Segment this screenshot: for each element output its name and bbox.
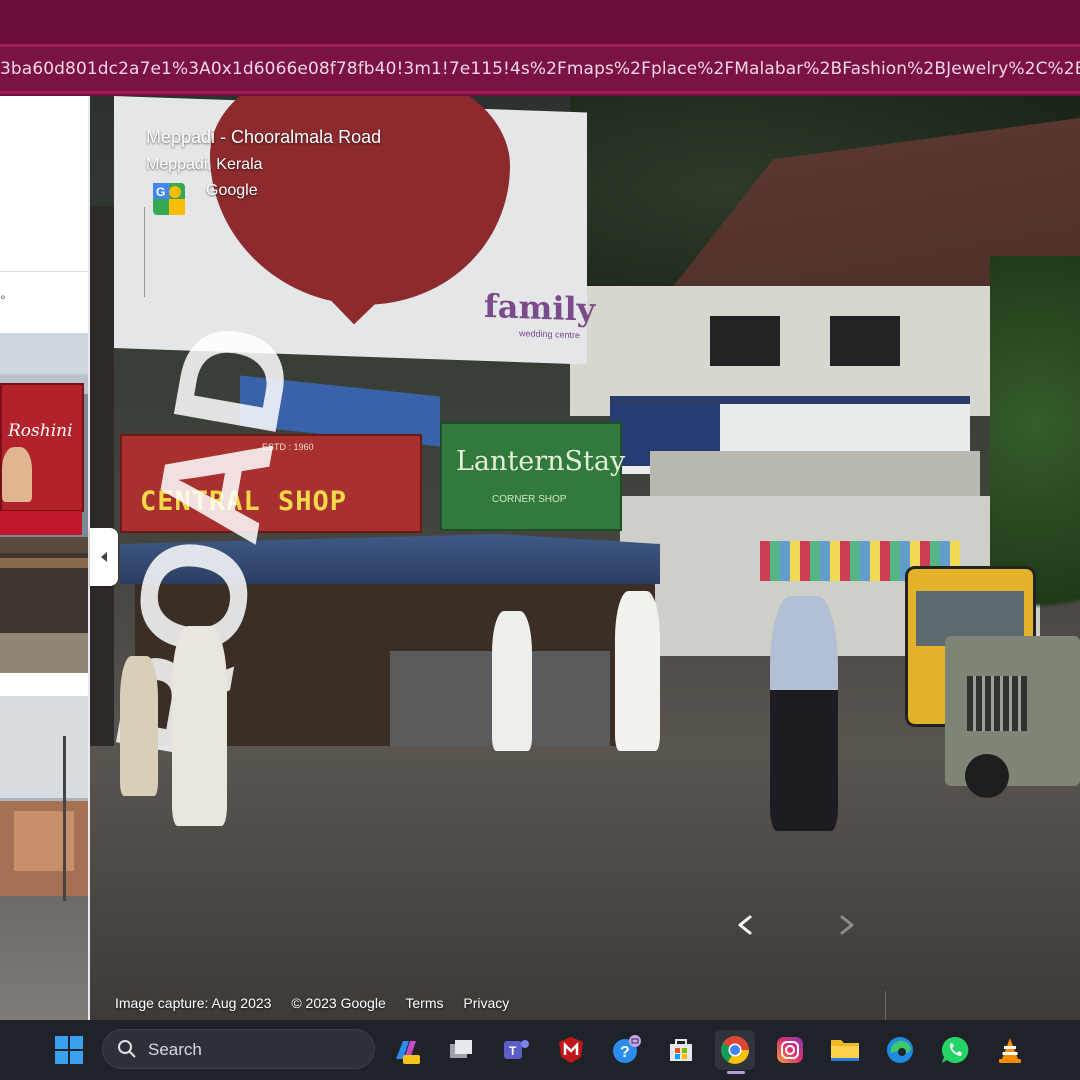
task-view-icon[interactable] bbox=[441, 1030, 481, 1070]
person-at-counter bbox=[492, 611, 532, 751]
vlc-cone-glyph bbox=[999, 1038, 1021, 1063]
person-foreground bbox=[770, 596, 838, 831]
chevron-left-icon bbox=[738, 915, 752, 935]
previous-photo-button[interactable] bbox=[726, 905, 766, 945]
start-button[interactable] bbox=[49, 1030, 89, 1070]
chrome-icon[interactable] bbox=[715, 1030, 755, 1070]
edge-icon[interactable] bbox=[880, 1030, 920, 1070]
billboard-details bbox=[144, 207, 235, 301]
place-photo-1[interactable]: Roshini bbox=[0, 333, 88, 673]
chevron-right-icon bbox=[840, 915, 854, 935]
roshini-sign: Roshini bbox=[0, 383, 84, 512]
get-help-icon[interactable]: ? bbox=[606, 1030, 646, 1070]
taskbar-search[interactable]: Search bbox=[102, 1029, 375, 1069]
help-glyph: ? bbox=[613, 1035, 641, 1063]
whatsapp-glyph bbox=[941, 1036, 969, 1063]
url-text[interactable]: 3ba60d801dc2a7e1%3A0x1d6066e08f78fb40!3m… bbox=[0, 59, 1080, 79]
instagram-icon[interactable] bbox=[770, 1030, 810, 1070]
teams-glyph: T bbox=[504, 1040, 529, 1059]
stall-roof bbox=[0, 558, 88, 568]
svg-text:?: ? bbox=[620, 1044, 630, 1061]
person-walking bbox=[615, 591, 660, 751]
collapse-panel-button[interactable] bbox=[90, 528, 118, 586]
building-window bbox=[830, 316, 900, 366]
location-subtitle: Meppadi, Kerala bbox=[146, 156, 263, 173]
microsoft-store-icon[interactable] bbox=[661, 1030, 701, 1070]
billboard-sub: wedding centre bbox=[519, 328, 581, 341]
building-window bbox=[710, 316, 780, 366]
panel-partial-text: ° bbox=[0, 292, 6, 308]
privacy-link[interactable]: Privacy bbox=[463, 995, 509, 1011]
whatsapp-icon[interactable] bbox=[935, 1030, 975, 1070]
panel-divider bbox=[0, 271, 90, 272]
billboard-brand: family bbox=[484, 286, 596, 329]
jeep-grill bbox=[967, 676, 1027, 731]
nav-separator bbox=[885, 991, 886, 1020]
red-banner bbox=[0, 511, 82, 535]
search-icon bbox=[118, 1040, 136, 1058]
person-white-dhoti bbox=[172, 626, 227, 826]
mcafee-icon[interactable] bbox=[551, 1030, 591, 1070]
search-label: Search bbox=[148, 1040, 202, 1059]
lanternstay-sign: LanternStay CORNER SHOP bbox=[440, 422, 626, 531]
photo-road bbox=[0, 901, 88, 1020]
street-light-pole bbox=[63, 736, 66, 906]
provider-label: Google bbox=[206, 182, 258, 199]
windows-logo-icon bbox=[55, 1036, 83, 1064]
place-photo-2[interactable] bbox=[0, 696, 88, 1020]
copilot-glyph bbox=[396, 1041, 420, 1064]
task-view-glyph bbox=[450, 1040, 472, 1058]
copyright: © 2023 Google bbox=[291, 995, 386, 1011]
address-bar[interactable]: 3ba60d801dc2a7e1%3A0x1d6066e08f78fb40!3m… bbox=[0, 44, 1080, 94]
next-photo-button[interactable] bbox=[826, 905, 866, 945]
copilot-icon[interactable] bbox=[386, 1030, 426, 1070]
awning-right bbox=[650, 451, 980, 499]
jeep bbox=[945, 636, 1080, 798]
svg-text:T: T bbox=[509, 1044, 517, 1058]
corner-shop-text: CORNER SHOP bbox=[492, 494, 567, 505]
vlc-icon[interactable] bbox=[990, 1030, 1030, 1070]
windows-taskbar: Search T ? bbox=[0, 1020, 1080, 1080]
chrome-glyph bbox=[721, 1036, 749, 1064]
sign-figure bbox=[2, 447, 32, 502]
lanternstay-text: LanternStay bbox=[456, 446, 626, 477]
capture-date: Image capture: Aug 2023 bbox=[115, 995, 272, 1011]
street-view-pegman-icon: G bbox=[153, 183, 185, 215]
svg-text:G: G bbox=[156, 185, 165, 199]
place-side-panel: ° Roshini bbox=[0, 96, 90, 1020]
folder-glyph bbox=[831, 1040, 859, 1061]
file-explorer-icon[interactable] bbox=[825, 1030, 865, 1070]
person-left bbox=[120, 656, 158, 796]
browser-titlebar bbox=[0, 0, 1080, 44]
street-view-panorama[interactable]: family wedding centre ESTD : 1960 CENTRA… bbox=[90, 96, 1080, 1020]
location-title[interactable]: Meppadi - Chooralmala Road bbox=[146, 127, 381, 148]
chevron-left-icon bbox=[101, 552, 107, 562]
road-surface bbox=[90, 746, 1080, 1020]
mcafee-shield-glyph bbox=[559, 1037, 583, 1063]
instagram-glyph bbox=[777, 1037, 803, 1063]
edge-glyph bbox=[887, 1037, 913, 1063]
teams-icon[interactable]: T bbox=[496, 1030, 536, 1070]
roshini-text: Roshini bbox=[8, 421, 73, 441]
store-glyph bbox=[670, 1039, 692, 1061]
street-view-footer: Image capture: Aug 2023 © 2023 Google Te… bbox=[115, 995, 525, 1011]
terms-link[interactable]: Terms bbox=[405, 995, 443, 1011]
jeep-wheel bbox=[965, 754, 1009, 798]
active-app-indicator bbox=[727, 1071, 745, 1074]
